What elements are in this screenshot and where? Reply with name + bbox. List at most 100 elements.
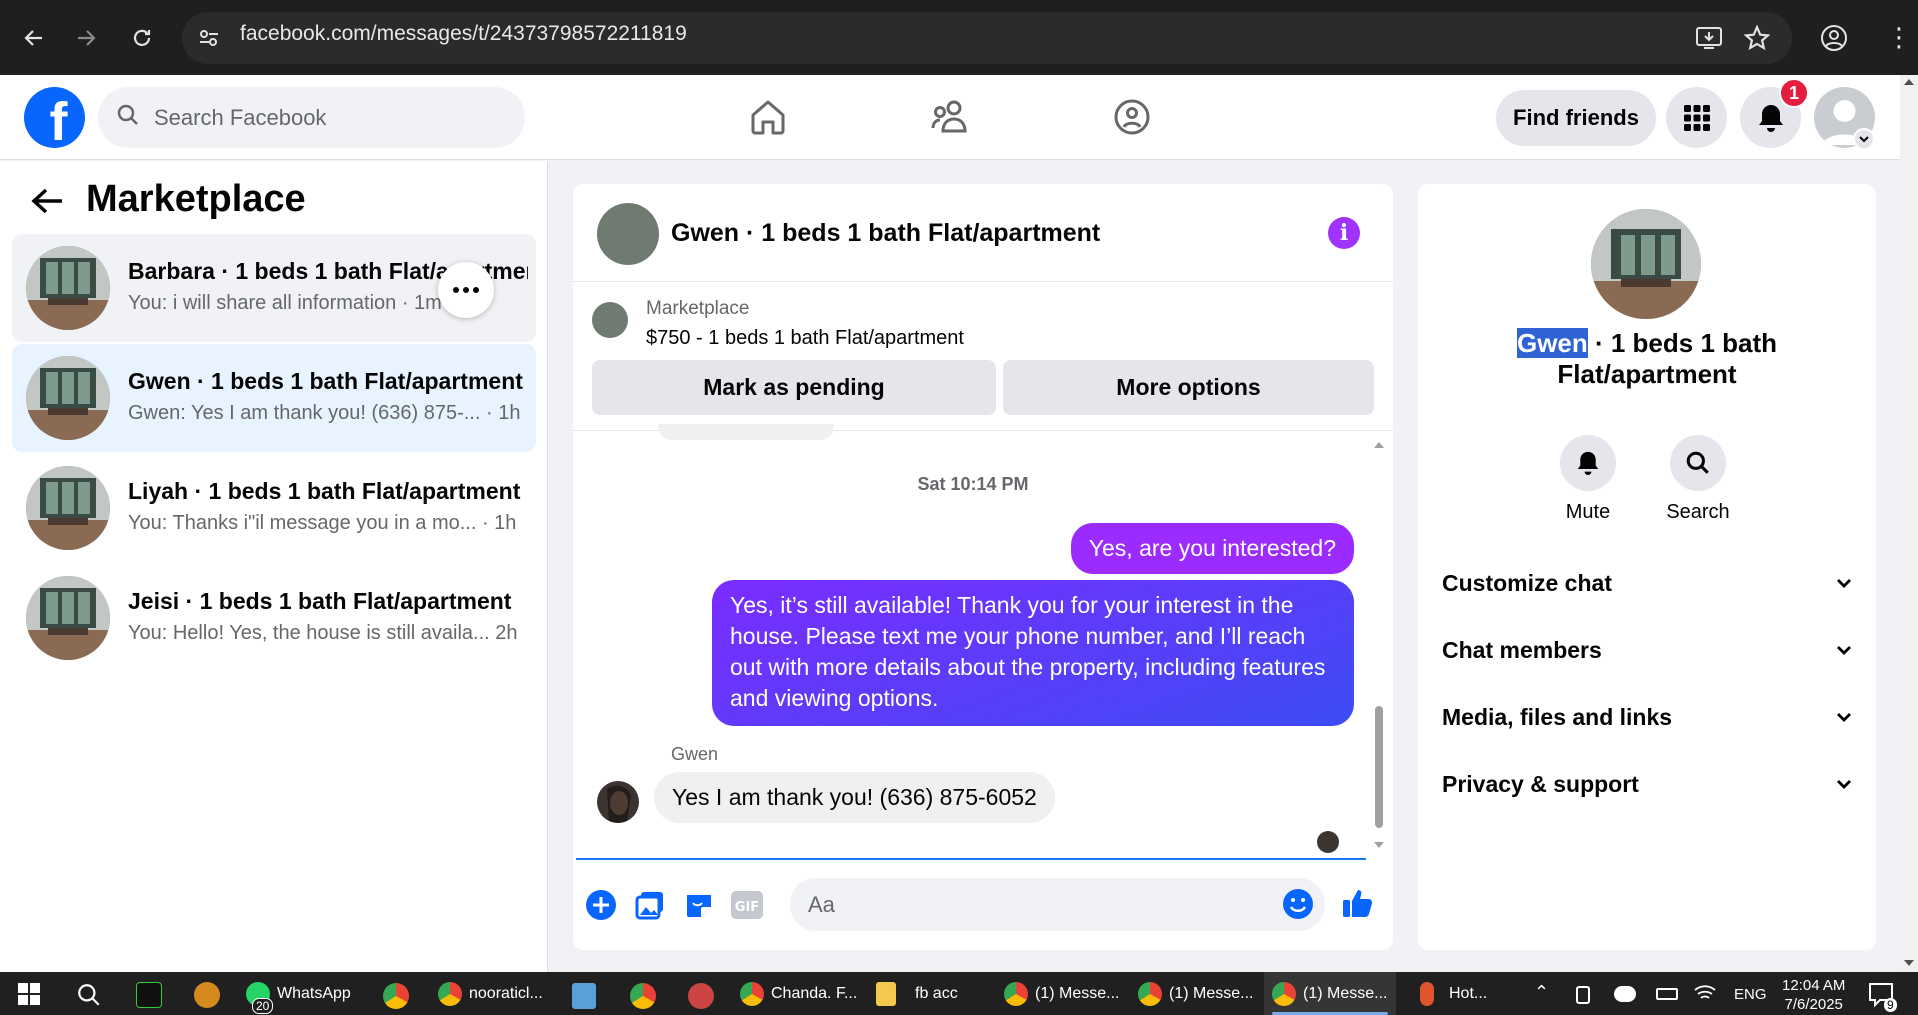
conversation-item[interactable]: Jeisi · 1 beds 1 bath Flat/apartment You… (12, 564, 536, 672)
more-options-icon[interactable] (438, 262, 494, 318)
add-plus-icon[interactable] (584, 888, 618, 922)
find-friends-button[interactable]: Find friends (1496, 90, 1656, 146)
taskbar-search-icon[interactable] (76, 982, 102, 1013)
taskbar-chrome-messenger-1[interactable]: (1) Messe... (1004, 972, 1119, 1015)
facebook-search-input[interactable]: Search Facebook (98, 87, 525, 148)
emoji-icon[interactable] (1281, 887, 1315, 921)
conversation-name: Liyah · 1 beds 1 bath Flat/apartment (128, 478, 521, 504)
groups-icon[interactable] (1102, 87, 1162, 147)
back-arrow-icon[interactable] (14, 18, 54, 58)
chat-avatar[interactable] (597, 203, 659, 265)
chrome-icon (438, 981, 462, 1006)
gwen-avatar[interactable] (597, 781, 639, 823)
chrome-icon (1004, 981, 1028, 1006)
notification-count-badge: 9 (1884, 998, 1897, 1012)
account-chevron-icon[interactable] (1853, 128, 1875, 150)
listing-title[interactable]: $750 - 1 beds 1 bath Flat/apartment (646, 327, 964, 350)
svg-text:GIF: GIF (735, 900, 759, 915)
previous-message-bubble (658, 424, 834, 440)
conversation-preview: Gwen: Yes I am thank you! (636) 875-... … (128, 402, 521, 424)
marketplace-title: Marketplace (86, 178, 306, 220)
conversation-preview: You: Hello! Yes, the house is still avai… (128, 622, 518, 644)
language-indicator[interactable]: ENG (1734, 986, 1767, 1003)
cloud-icon[interactable] (1614, 986, 1636, 1002)
thermometer-icon (1420, 981, 1434, 1006)
taskbar-chrome-messenger-active[interactable]: (1) Messe... (1264, 972, 1396, 1015)
url-text[interactable]: facebook.com/messages/t/2437379857221181… (240, 22, 687, 46)
outgoing-message-bubble[interactable]: Yes, it’s still available! Thank you for… (712, 580, 1354, 726)
whatsapp-badge: 20 (252, 998, 274, 1014)
chrome-icon[interactable] (630, 983, 656, 1009)
wifi-icon[interactable] (1694, 984, 1716, 1007)
composer-placeholder: Aa (808, 891, 835, 917)
conversation-name: Gwen · 1 beds 1 bath Flat/apartment (128, 368, 523, 394)
conversation-item[interactable]: Liyah · 1 beds 1 bath Flat/apartment You… (12, 454, 536, 562)
outgoing-message-bubble[interactable]: Yes, are you interested? (1070, 523, 1354, 574)
taskbar-chrome-messenger-2[interactable]: (1) Messe... (1138, 972, 1253, 1015)
chat-members-row[interactable]: Chat members (1442, 628, 1852, 672)
chat-title[interactable]: Gwen · 1 beds 1 bath Flat/apartment (671, 219, 1100, 248)
sticker-icon[interactable] (682, 888, 716, 922)
chrome-icon (1272, 981, 1296, 1006)
forward-arrow-icon[interactable] (66, 18, 106, 58)
message-timestamp: Sat 10:14 PM (917, 474, 1029, 494)
thumbs-up-icon[interactable] (1341, 886, 1375, 920)
message-input[interactable]: Aa (790, 878, 1325, 931)
device-icon[interactable] (1576, 986, 1590, 1004)
taskbar-chrome-noor[interactable]: nooraticl... (438, 972, 543, 1015)
privacy-support-row[interactable]: Privacy & support (1442, 762, 1852, 806)
taskbar-weather[interactable]: Hot... (1420, 972, 1487, 1015)
incoming-message-bubble[interactable]: Yes I am thank you! (636) 875-6052 (654, 772, 1055, 823)
more-options-button[interactable]: More options (1003, 360, 1374, 415)
chat-scrollbar[interactable] (1372, 436, 1386, 854)
search-conversation-button[interactable]: Search (1638, 435, 1758, 524)
customize-chat-row[interactable]: Customize chat (1442, 561, 1852, 605)
search-icon (116, 103, 140, 132)
facebook-logo[interactable]: f (24, 87, 85, 148)
friends-icon[interactable] (920, 87, 980, 147)
conversation-name: Jeisi · 1 beds 1 bath Flat/apartment (128, 588, 512, 614)
taskbar-folder-fb-acc[interactable]: fb acc (876, 972, 958, 1015)
search-placeholder: Search Facebook (154, 104, 327, 130)
menu-grid-icon[interactable] (1666, 87, 1727, 148)
details-avatar[interactable] (1591, 209, 1701, 319)
home-icon[interactable] (738, 87, 798, 147)
tray-chevron-icon[interactable]: ⌃ (1534, 982, 1549, 1003)
mark-as-pending-button[interactable]: Mark as pending (592, 360, 996, 415)
listing-thumbnail (592, 302, 628, 338)
browser-menu-icon[interactable]: ⋮ (1886, 24, 1912, 50)
listing-thumbnail (26, 356, 110, 440)
search-icon (1670, 435, 1726, 491)
conversation-item-active[interactable]: Gwen · 1 beds 1 bath Flat/apartment Gwen… (12, 344, 536, 452)
chevron-down-icon (1837, 780, 1851, 789)
clock[interactable]: 12:04 AM 7/6/2025 (1782, 976, 1845, 1014)
folder-icon (876, 981, 896, 1006)
listing-thumbnail (26, 466, 110, 550)
conversation-preview: You: i will share all information · 1m (128, 292, 442, 314)
profile-icon[interactable] (1820, 24, 1848, 57)
app-icon[interactable] (194, 982, 220, 1008)
page-scrollbar[interactable] (1900, 75, 1918, 972)
mute-button[interactable]: Mute (1528, 435, 1648, 524)
install-app-icon[interactable] (1696, 26, 1722, 55)
details-title: Gwen · 1 beds 1 bath Flat/apartment (1516, 328, 1778, 389)
windows-start-icon[interactable] (18, 983, 40, 1010)
reload-icon[interactable] (122, 18, 162, 58)
chrome-icon (740, 981, 764, 1006)
taskbar-chrome-chanda[interactable]: Chanda. F... (740, 972, 857, 1015)
notepad-icon[interactable] (572, 983, 596, 1009)
chrome-icon[interactable] (383, 983, 409, 1009)
media-files-links-row[interactable]: Media, files and links (1442, 695, 1852, 739)
back-arrow-icon[interactable] (30, 186, 64, 221)
site-settings-icon[interactable] (198, 27, 220, 54)
terminal-app-icon[interactable] (136, 982, 162, 1008)
paint-icon[interactable] (688, 983, 714, 1009)
bookmark-star-icon[interactable] (1743, 24, 1771, 56)
battery-icon[interactable] (1656, 988, 1678, 1000)
info-icon[interactable]: i (1328, 217, 1360, 249)
notification-badge: 1 (1779, 78, 1809, 108)
chevron-down-icon (1837, 646, 1851, 655)
gif-icon[interactable]: GIF (730, 888, 764, 922)
seen-avatar (1317, 831, 1339, 853)
photo-icon[interactable] (633, 888, 667, 922)
